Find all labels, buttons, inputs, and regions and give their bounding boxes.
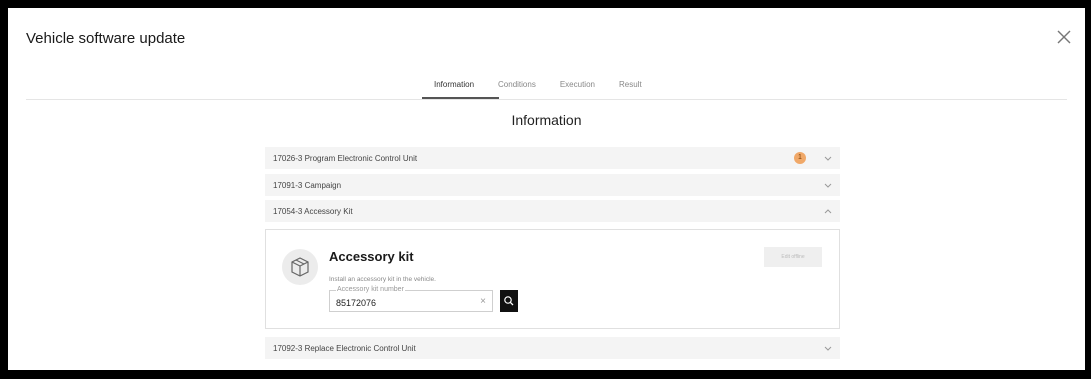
panel-title: Accessory kit [329, 249, 414, 264]
tabs-divider [26, 99, 1067, 100]
accessory-kit-panel: Accessory kit Install an accessory kit i… [265, 229, 840, 329]
accordion-item-campaign[interactable]: 17091-3 Campaign [265, 174, 840, 196]
search-icon [504, 296, 514, 306]
edit-offline-button[interactable]: Edit offline [764, 247, 822, 267]
accordion-item-label: 17026-3 Program Electronic Control Unit [273, 154, 418, 163]
chevron-up-icon [824, 209, 832, 214]
tab-result[interactable]: Result [607, 80, 654, 100]
chevron-down-icon [824, 346, 832, 351]
notification-badge: 1 [794, 152, 806, 164]
accordion-item-label: 17092-3 Replace Electronic Control Unit [273, 344, 416, 353]
accordion-item-replace-ecu[interactable]: 17092-3 Replace Electronic Control Unit [265, 337, 840, 359]
dialog: Vehicle software update Information Cond… [8, 8, 1085, 370]
close-icon[interactable] [1053, 26, 1075, 48]
panel-description: Install an accessory kit in the vehicle. [329, 276, 436, 283]
accordion-item-label: 17091-3 Campaign [273, 181, 342, 190]
accordion-item-program-ecu[interactable]: 17026-3 Program Electronic Control Unit … [265, 147, 840, 169]
package-icon-container [282, 249, 318, 285]
clear-icon[interactable]: × [480, 296, 486, 307]
package-icon [291, 257, 309, 277]
chevron-down-icon [824, 183, 832, 188]
chevron-down-icon [824, 156, 832, 161]
tab-execution[interactable]: Execution [548, 80, 607, 100]
dialog-title: Vehicle software update [26, 30, 186, 47]
accessory-kit-number-field[interactable]: Accessory kit number 85172076 × [329, 285, 493, 312]
field-label: Accessory kit number [336, 285, 405, 295]
search-button[interactable] [500, 290, 518, 312]
section-title: Information [511, 112, 582, 128]
accordion-item-label: 17054-3 Accessory Kit [273, 207, 353, 216]
accordion-item-accessory-kit[interactable]: 17054-3 Accessory Kit [265, 200, 840, 222]
accessory-kit-number-input[interactable]: 85172076 [336, 298, 376, 308]
